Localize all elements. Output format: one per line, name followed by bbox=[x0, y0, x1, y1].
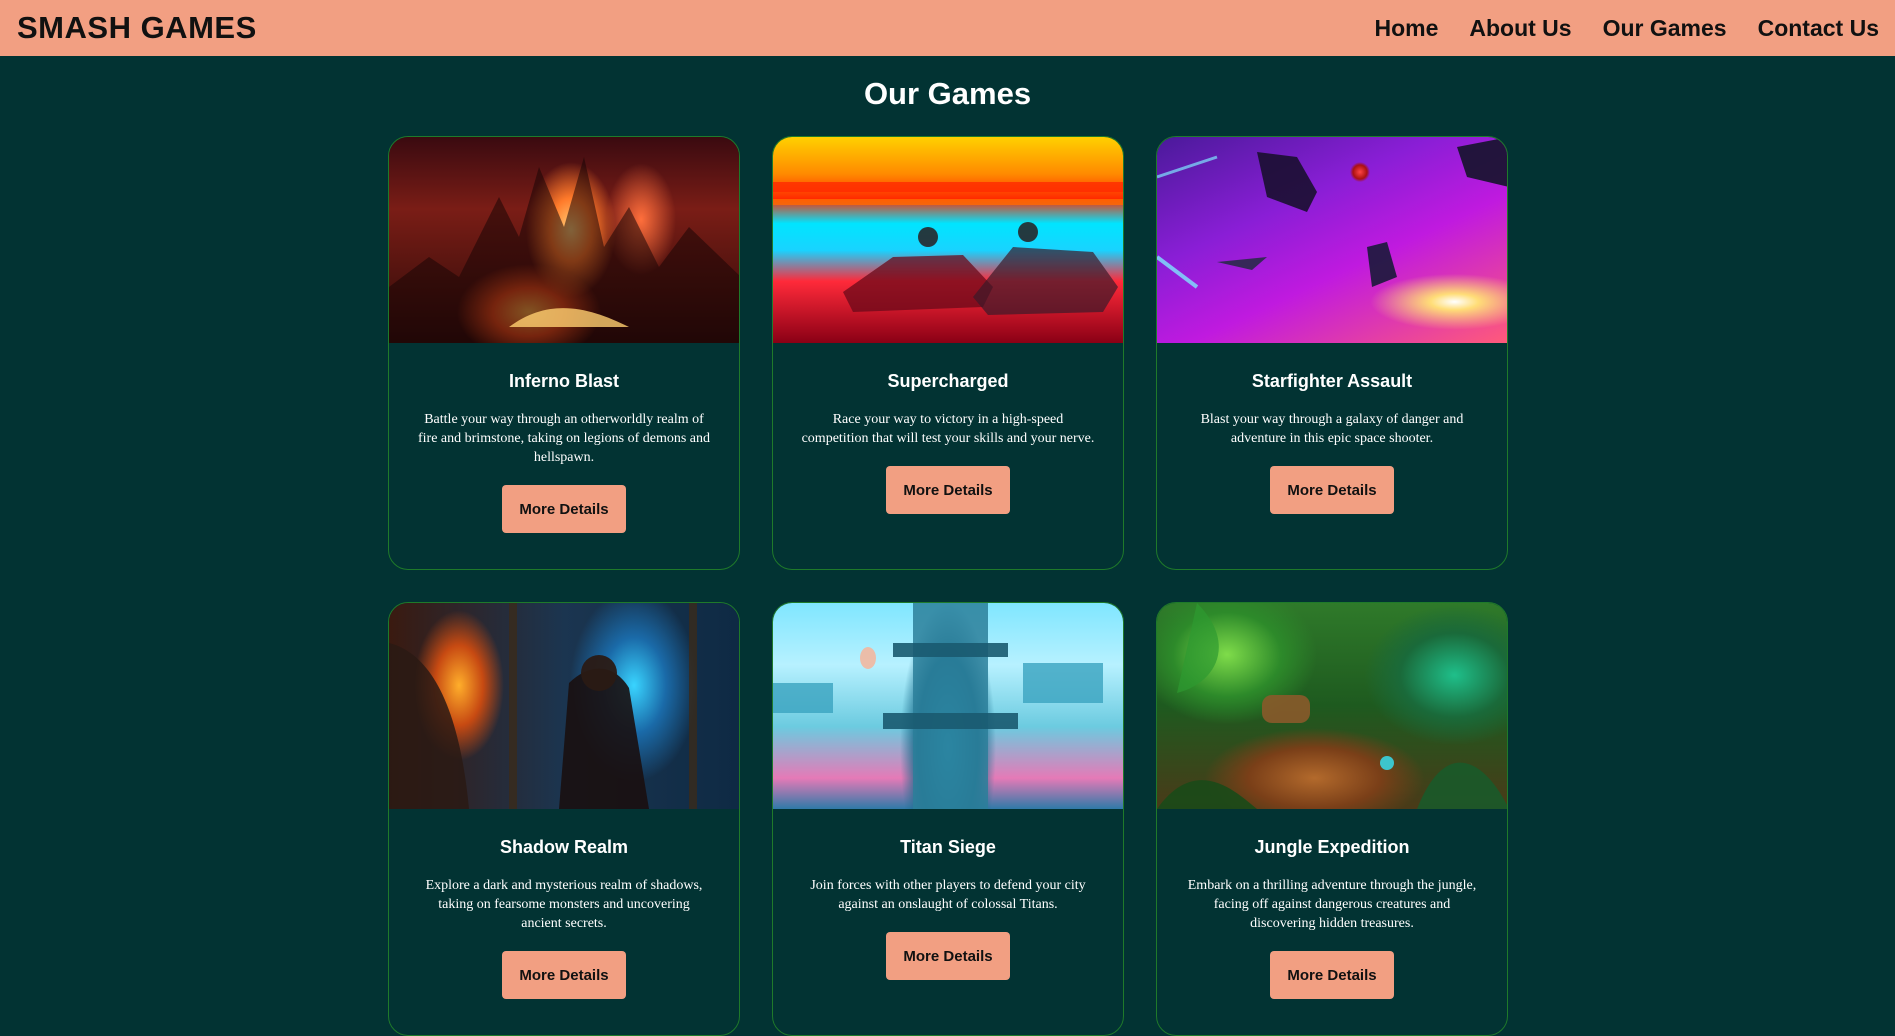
game-title: Supercharged bbox=[887, 371, 1009, 391]
more-details-button[interactable]: More Details bbox=[886, 466, 1010, 514]
navbar: SMASH GAMES Home About Us Our Games Cont… bbox=[0, 0, 1895, 56]
city-artwork-image bbox=[773, 603, 1123, 809]
nav-contact-link[interactable]: Contact Us bbox=[1758, 15, 1879, 42]
game-title: Shadow Realm bbox=[499, 837, 629, 857]
game-title: Starfighter Assault bbox=[1251, 371, 1413, 391]
more-details-button[interactable]: More Details bbox=[1270, 466, 1394, 514]
game-card-jungle-expedition: Jungle Expedition Embark on a thrilling … bbox=[1156, 602, 1508, 1036]
jungle-artwork-image bbox=[1157, 603, 1507, 809]
nav-links: Home About Us Our Games Contact Us bbox=[1374, 15, 1879, 42]
game-description: Join forces with other players to defend… bbox=[810, 878, 1086, 912]
more-details-button[interactable]: More Details bbox=[1270, 951, 1394, 999]
page-title: Our Games bbox=[863, 76, 1032, 111]
game-description: Embark on a thrilling adventure through … bbox=[1187, 878, 1477, 931]
nav-home-link[interactable]: Home bbox=[1374, 15, 1438, 42]
nav-games-link[interactable]: Our Games bbox=[1603, 15, 1727, 42]
game-title: Titan Siege bbox=[900, 837, 996, 857]
game-description: Battle your way through an otherworldly … bbox=[418, 412, 710, 465]
game-description: Blast your way through a galaxy of dange… bbox=[1200, 412, 1464, 446]
more-details-button[interactable]: More Details bbox=[502, 951, 626, 999]
inferno-artwork-image bbox=[389, 137, 739, 343]
games-grid: Inferno Blast Battle your way through an… bbox=[388, 136, 1508, 1036]
nav-about-link[interactable]: About Us bbox=[1469, 15, 1571, 42]
game-card-starfighter-assault: Starfighter Assault Blast your way throu… bbox=[1156, 136, 1508, 570]
game-title: Jungle Expedition bbox=[1254, 837, 1410, 857]
game-description: Race your way to victory in a high-speed… bbox=[801, 412, 1095, 446]
more-details-button[interactable]: More Details bbox=[886, 932, 1010, 980]
game-card-supercharged: Supercharged Race your way to victory in… bbox=[772, 136, 1124, 570]
space-artwork-image bbox=[1157, 137, 1507, 343]
game-card-titan-siege: Titan Siege Join forces with other playe… bbox=[772, 602, 1124, 1036]
more-details-button[interactable]: More Details bbox=[502, 485, 626, 533]
game-card-shadow-realm: Shadow Realm Explore a dark and mysterio… bbox=[388, 602, 740, 1036]
shadow-artwork-image bbox=[389, 603, 739, 809]
brand-logo[interactable]: SMASH GAMES bbox=[17, 10, 257, 46]
game-card-inferno-blast: Inferno Blast Battle your way through an… bbox=[388, 136, 740, 570]
game-description: Explore a dark and mysterious realm of s… bbox=[425, 878, 703, 931]
racing-artwork-image bbox=[773, 137, 1123, 343]
game-title: Inferno Blast bbox=[508, 371, 619, 391]
